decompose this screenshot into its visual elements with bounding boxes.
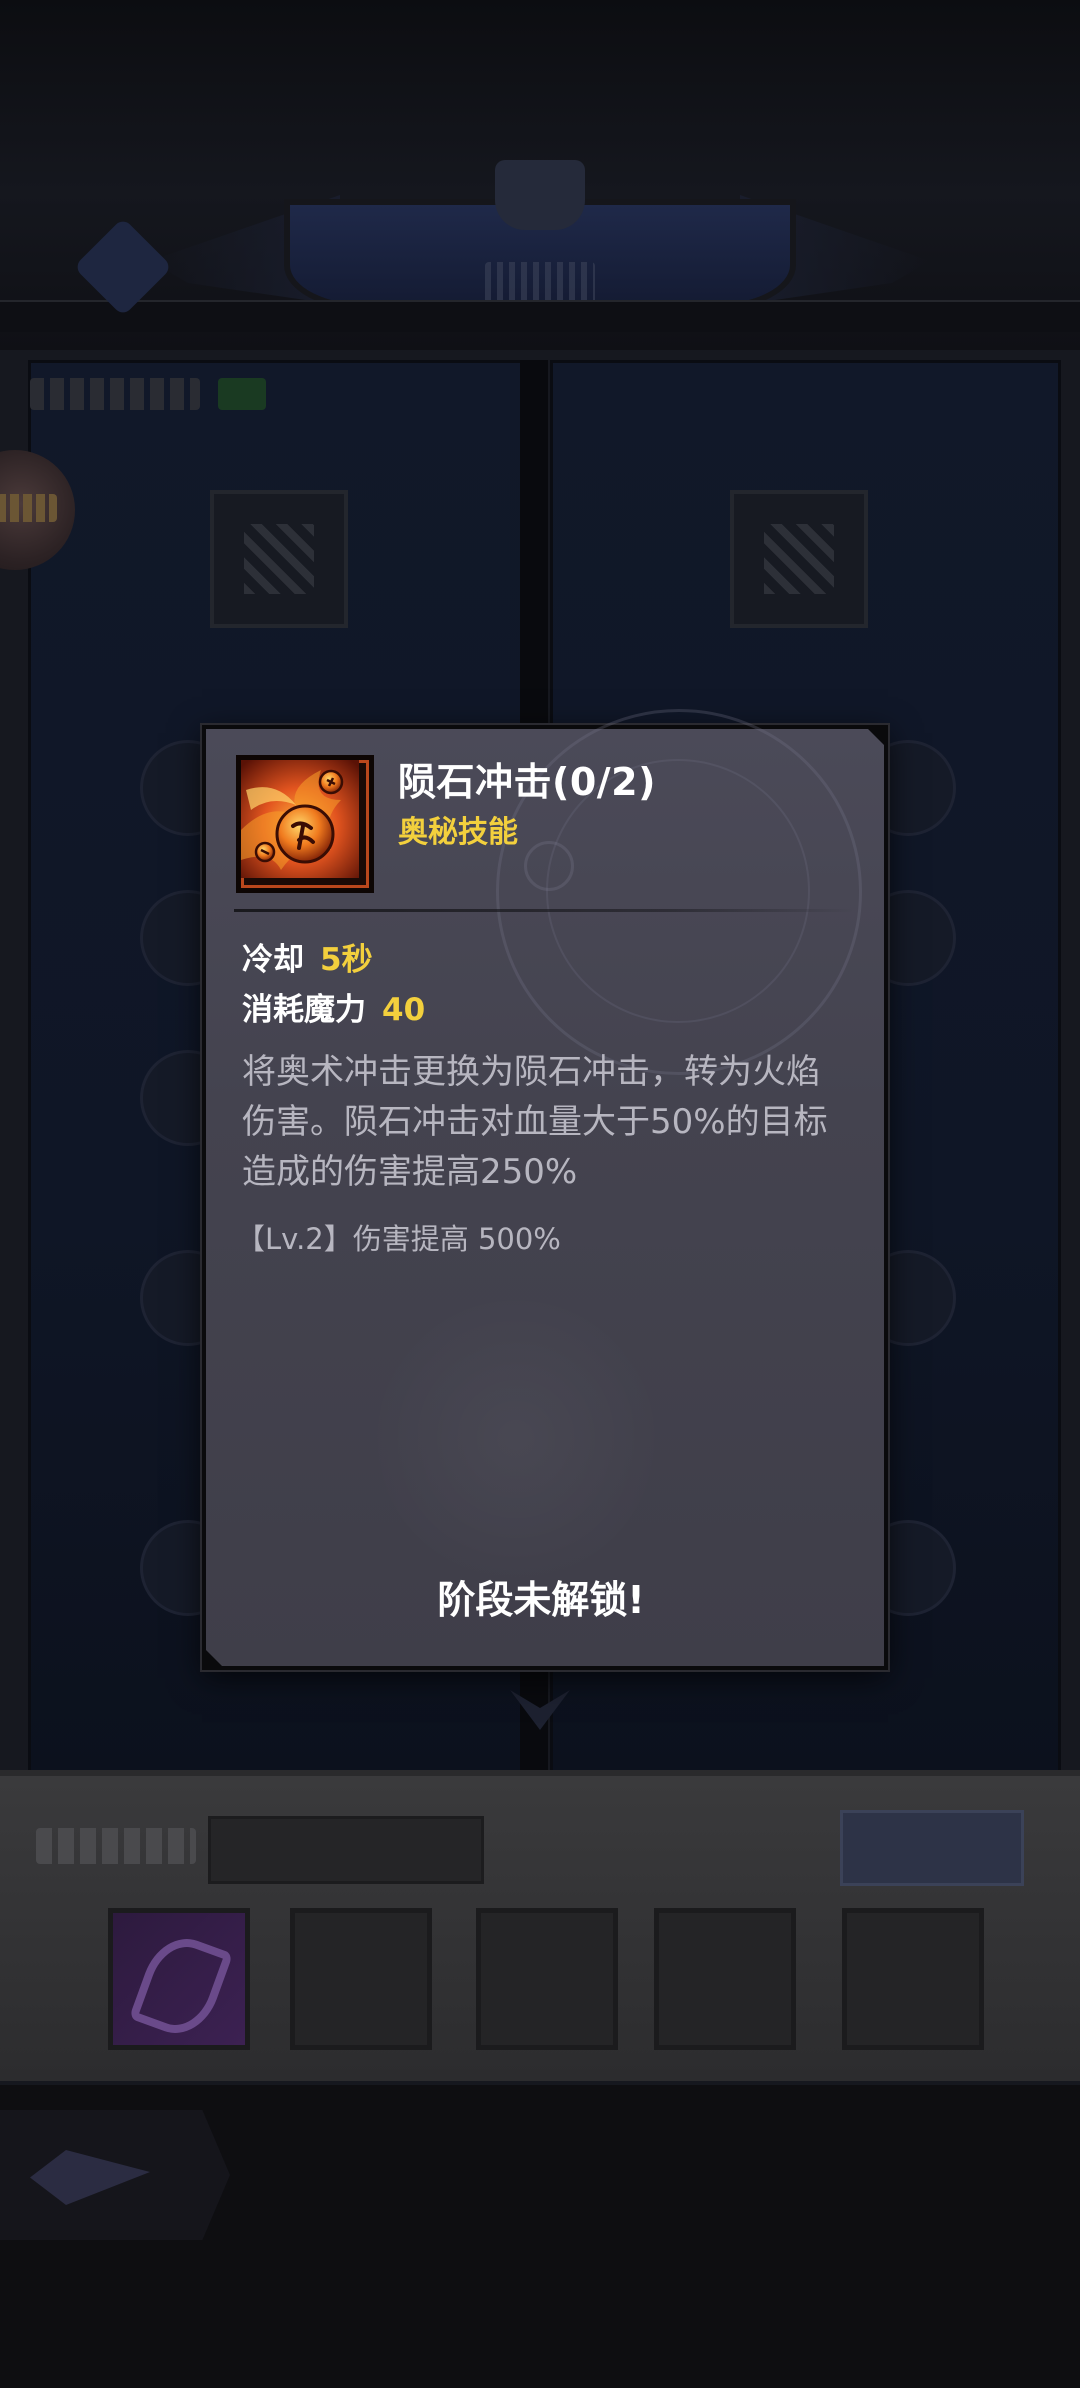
game-screen: 陨石冲击(0/2) 奥秘技能 冷却 5秒 消耗魔力 40 将奥术冲击更换为陨石冲击，…	[0, 0, 1080, 2388]
floating-event-text-dimmed	[0, 494, 57, 522]
talent-points-value-dimmed	[218, 378, 266, 410]
skill-type: 奥秘技能	[398, 815, 518, 850]
bottom-nav-tab[interactable]	[0, 2110, 230, 2240]
header-band	[0, 300, 1080, 332]
skill-description: 将奥术冲击更换为陨石冲击，转为火焰伤害。陨石冲击对血量大于50%的目标造成的伤害…	[242, 1052, 828, 1192]
skill-loadout-field-dimmed	[208, 1816, 484, 1884]
talent-slot[interactable]	[730, 490, 868, 628]
header-divider	[234, 909, 854, 912]
lock-status: 阶段未解锁!	[437, 1578, 645, 1622]
cooldown-value: 5秒	[320, 942, 373, 978]
popup-watermark	[366, 1289, 666, 1589]
mana-cost-stat: 消耗魔力 40	[242, 984, 425, 1029]
skill-loadout-label-dimmed	[36, 1828, 196, 1864]
skill-detail-popup: 陨石冲击(0/2) 奥秘技能 冷却 5秒 消耗魔力 40 将奥术冲击更换为陨石冲击，…	[202, 709, 888, 1670]
empty-skill-slot[interactable]	[654, 1908, 796, 2050]
mana-cost-value: 40	[382, 992, 426, 1028]
empty-skill-slot[interactable]	[476, 1908, 618, 2050]
popup-corner-notch	[202, 1646, 226, 1670]
talent-slot[interactable]	[210, 490, 348, 628]
empty-skill-slot[interactable]	[290, 1908, 432, 2050]
cooldown-stat: 冷却 5秒	[242, 934, 373, 979]
popup-corner-notch	[864, 725, 888, 749]
talent-points-label-dimmed	[30, 378, 200, 410]
level-bonus: 【Lv.2】伤害提高 500%	[236, 1222, 561, 1256]
banner-emblem-icon	[495, 160, 585, 230]
mana-cost-label: 消耗魔力	[242, 992, 366, 1028]
skill-loadout-button-dimmed[interactable]	[840, 1810, 1024, 1886]
empty-skill-slot[interactable]	[842, 1908, 984, 2050]
skill-name: 陨石冲击(0/2)	[398, 760, 656, 804]
rune-glyph-decoration	[524, 841, 574, 891]
equipped-skill-slot[interactable]	[108, 1908, 250, 2050]
cooldown-label: 冷却	[242, 942, 304, 978]
meteor-fire-graphic	[241, 760, 359, 878]
meteor-fire-icon	[236, 755, 374, 893]
